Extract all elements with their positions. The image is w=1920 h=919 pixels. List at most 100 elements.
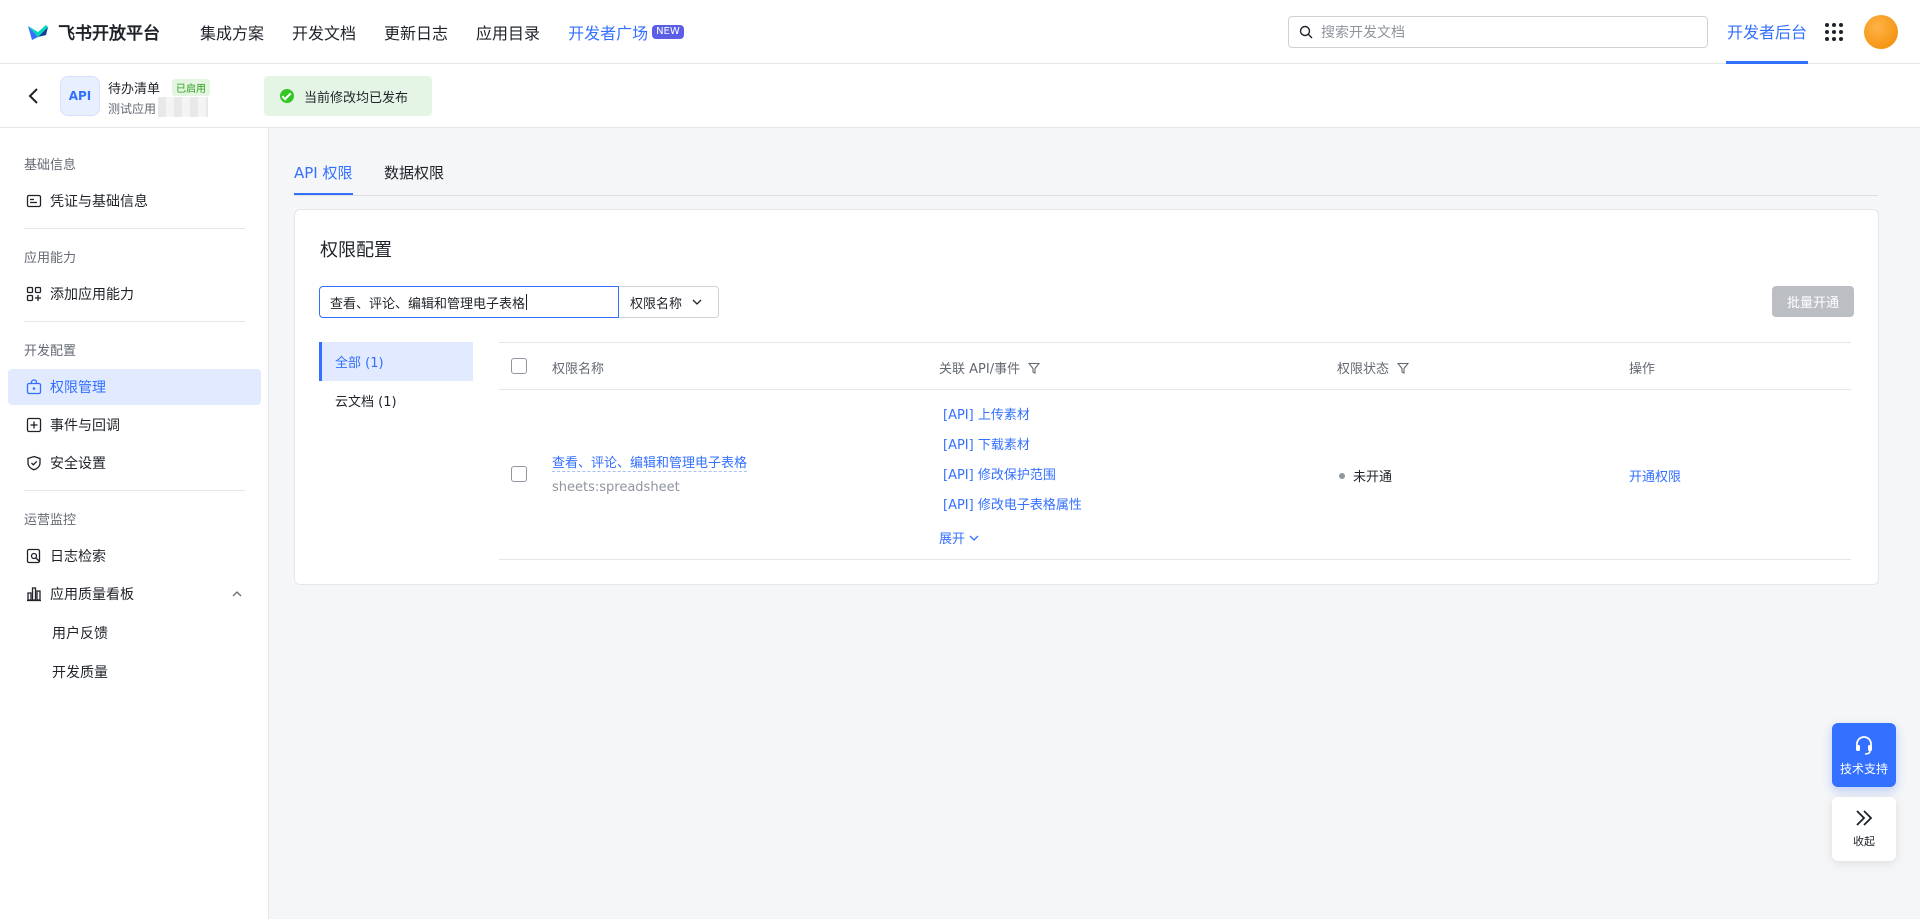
expand-label: 展开	[939, 532, 966, 547]
sidebar-group-dev-config: 开发配置	[24, 344, 77, 359]
log-search-icon	[26, 548, 41, 564]
search-icon	[1299, 25, 1313, 39]
app-subtitle: 测试应用	[108, 102, 157, 116]
card-title: 权限配置	[320, 240, 392, 261]
category-cloud-docs[interactable]: 云文档 (1)	[319, 381, 473, 420]
nav-item-dev-plaza-label: 开发者广场	[568, 23, 649, 43]
sidebar-item-permissions[interactable]: 权限管理	[8, 369, 261, 405]
sidebar-item-credentials[interactable]: 凭证与基础信息	[8, 183, 261, 219]
sidebar-divider	[24, 490, 245, 491]
search-input[interactable]: 搜索开发文档	[1288, 16, 1708, 48]
permission-status: 未开通	[1339, 466, 1392, 485]
app-grid-icon[interactable]	[1825, 23, 1843, 41]
sidebar-group-monitoring: 运营监控	[24, 513, 77, 528]
row-checkbox[interactable]	[511, 466, 527, 482]
developer-console-link[interactable]: 开发者后台	[1726, 0, 1809, 64]
sidebar-item-label: 日志检索	[50, 549, 106, 565]
sidebar-divider	[24, 228, 245, 229]
api-link-sheet-props[interactable]: [API] 修改电子表格属性	[943, 494, 1082, 513]
nav-item-docs[interactable]: 开发文档	[292, 20, 356, 44]
shield-icon	[27, 455, 41, 471]
nav-item-changelog[interactable]: 更新日志	[384, 20, 448, 44]
filter-icon[interactable]	[1028, 362, 1041, 374]
chevron-up-icon	[232, 591, 242, 597]
select-all-checkbox[interactable]	[511, 358, 527, 374]
permission-table: 权限名称 关联 API/事件 权限状态 操作 查看、评论、编辑和管理电子表格 s…	[499, 342, 1851, 560]
nav-item-app-directory[interactable]: 应用目录	[476, 20, 540, 44]
column-header-api-label: 关联 API/事件	[939, 362, 1021, 377]
chevron-down-icon	[969, 535, 979, 541]
brand-name: 飞书开放平台	[58, 24, 160, 44]
tab-api-permissions[interactable]: API 权限	[294, 162, 353, 195]
collapse-button[interactable]: 收起	[1832, 797, 1896, 861]
sidebar-item-label: 权限管理	[50, 380, 106, 396]
category-all[interactable]: 全部 (1)	[319, 342, 473, 381]
nav-items: 集成方案 开发文档 更新日志 应用目录 开发者广场 NEW	[200, 20, 712, 44]
sidebar-group-basic: 基础信息	[24, 158, 77, 173]
column-header-name: 权限名称	[552, 362, 605, 377]
api-link-protect-range[interactable]: [API] 修改保护范围	[943, 464, 1056, 483]
event-icon	[26, 417, 42, 433]
tech-support-label: 技术支持	[1839, 761, 1888, 776]
sidebar-item-add-capability[interactable]: 添加应用能力	[8, 276, 261, 312]
app-name: 待办清单	[108, 82, 161, 97]
sidebar-item-events[interactable]: 事件与回调	[8, 407, 261, 443]
add-capability-icon	[26, 286, 42, 302]
expand-apis-button[interactable]: 展开	[939, 528, 979, 547]
column-header-api: 关联 API/事件	[939, 358, 1041, 377]
status-dot	[1339, 472, 1345, 479]
filter-icon[interactable]	[1397, 362, 1410, 374]
collapse-label: 收起	[1853, 835, 1875, 848]
sidebar-item-label: 安全设置	[50, 456, 106, 472]
category-list: 全部 (1) 云文档 (1)	[319, 342, 473, 420]
batch-enable-button[interactable]: 批量开通	[1772, 286, 1854, 317]
column-header-status: 权限状态	[1337, 358, 1410, 377]
publish-status-text: 当前修改均已发布	[304, 90, 409, 106]
back-arrow-icon[interactable]	[22, 84, 46, 108]
sidebar-item-quality-dashboard[interactable]: 应用质量看板	[8, 576, 261, 612]
permission-code: sheets:spreadsheet	[552, 480, 680, 495]
sidebar-item-log-search[interactable]: 日志检索	[8, 538, 261, 574]
table-row: 查看、评论、编辑和管理电子表格 sheets:spreadsheet [API]…	[499, 390, 1851, 560]
sidebar-subitem-feedback[interactable]: 用户反馈	[52, 623, 108, 643]
filter-field-label: 权限名称	[630, 296, 683, 312]
tab-data-permissions[interactable]: 数据权限	[384, 162, 444, 193]
sidebar-item-label: 事件与回调	[50, 418, 120, 434]
filter-input-value: 查看、评论、编辑和管理电子表格	[330, 296, 526, 312]
credential-icon	[26, 194, 42, 208]
avatar[interactable]	[1864, 15, 1898, 49]
permission-status-text: 未开通	[1353, 470, 1393, 485]
sidebar-item-label: 添加应用能力	[50, 287, 134, 303]
permission-tabs: API 权限 数据权限	[294, 156, 1878, 196]
chart-icon	[27, 587, 41, 602]
sidebar-item-security[interactable]: 安全设置	[8, 445, 261, 481]
brand-logo[interactable]: 飞书开放平台	[26, 19, 160, 44]
sidebar-item-label: 应用质量看板	[50, 587, 134, 603]
enable-permission-link[interactable]: 开通权限	[1629, 466, 1681, 485]
sidebar-subitem-dev-quality[interactable]: 开发质量	[52, 662, 108, 682]
sidebar-divider	[24, 321, 245, 322]
tech-support-button[interactable]: 技术支持	[1832, 723, 1896, 787]
table-header: 权限名称 关联 API/事件 权限状态 操作	[499, 342, 1851, 390]
sidebar-item-label: 凭证与基础信息	[50, 194, 148, 210]
permission-filter-input[interactable]: 查看、评论、编辑和管理电子表格	[319, 286, 619, 318]
api-link-upload[interactable]: [API] 上传素材	[943, 404, 1030, 423]
nav-item-dev-plaza[interactable]: 开发者广场 NEW	[568, 20, 684, 44]
headset-icon	[1856, 735, 1872, 755]
app-icon: API	[60, 76, 100, 116]
publish-status: 当前修改均已发布	[264, 76, 432, 116]
column-header-action: 操作	[1629, 362, 1656, 377]
permission-config-card: 权限配置 查看、评论、编辑和管理电子表格 权限名称 批量开通 全部 (1) 云文…	[294, 209, 1879, 585]
filter-field-select[interactable]: 权限名称	[619, 286, 719, 318]
permission-icon	[26, 379, 42, 395]
api-link-download[interactable]: [API] 下载素材	[943, 434, 1030, 453]
text-cursor	[526, 294, 528, 310]
app-status-badge: 已启用	[172, 79, 210, 96]
top-nav: 飞书开放平台 集成方案 开发文档 更新日志 应用目录 开发者广场 NEW 搜索开…	[0, 0, 1920, 64]
search-placeholder: 搜索开发文档	[1321, 25, 1405, 41]
double-chevron-right-icon	[1856, 810, 1873, 826]
nav-item-solutions[interactable]: 集成方案	[200, 20, 264, 44]
chevron-down-icon	[692, 299, 702, 305]
check-circle-icon	[280, 89, 294, 103]
permission-name-link[interactable]: 查看、评论、编辑和管理电子表格	[552, 452, 748, 472]
